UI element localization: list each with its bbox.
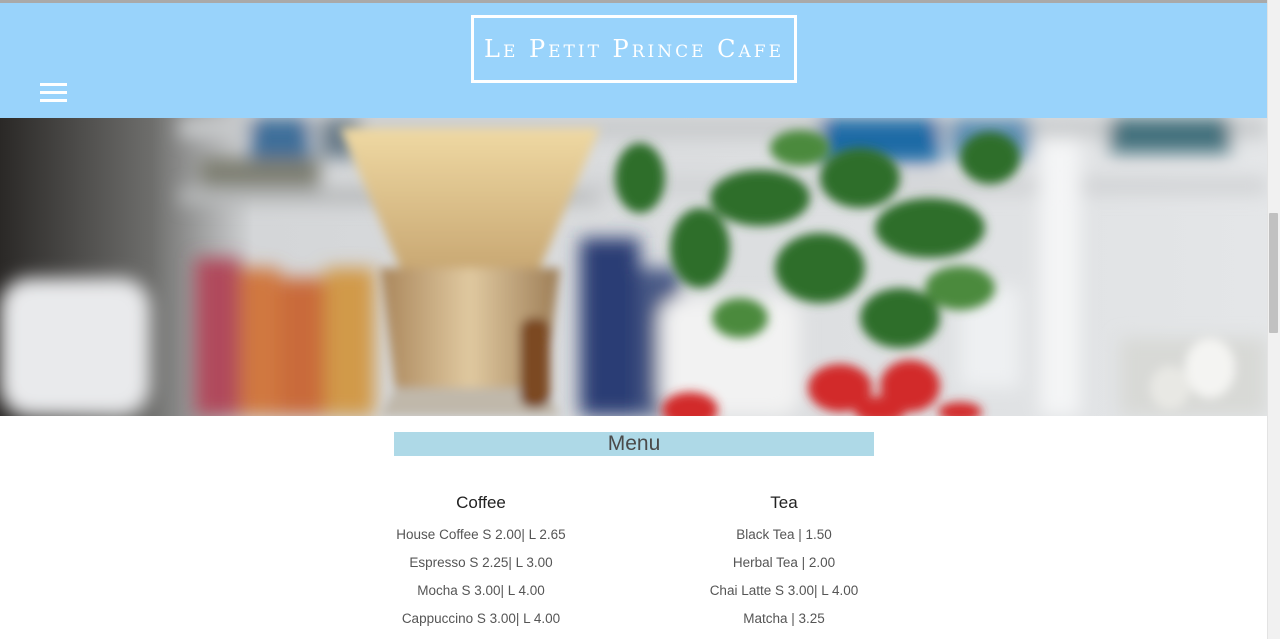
tea-item: Matcha | 3.25 bbox=[743, 611, 825, 626]
scrollbar-thumb[interactable] bbox=[1269, 213, 1278, 333]
coffee-item: Cappuccino S 3.00| L 4.00 bbox=[401, 611, 561, 626]
tea-item: Chai Latte S 3.00| L 4.00 bbox=[709, 583, 859, 598]
hamburger-menu-icon[interactable] bbox=[40, 83, 67, 103]
coffee-heading: Coffee bbox=[456, 493, 506, 512]
page-scrollbar[interactable] bbox=[1267, 0, 1280, 639]
tea-heading: Tea bbox=[770, 493, 798, 512]
coffee-item: Mocha S 3.00| L 4.00 bbox=[417, 583, 545, 598]
coffee-item: Espresso S 2.25| L 3.00 bbox=[409, 555, 553, 570]
brand-logo[interactable]: Le Petit Prince Cafe bbox=[471, 15, 797, 83]
tea-column: Tea Black Tea | 1.50 Herbal Tea | 2.00 C… bbox=[634, 493, 934, 639]
hero-image bbox=[0, 118, 1267, 416]
menu-heading: Menu bbox=[394, 432, 874, 456]
tea-item: Black Tea | 1.50 bbox=[736, 527, 832, 542]
coffee-column: Coffee House Coffee S 2.00| L 2.65 Espre… bbox=[331, 493, 631, 639]
hero-photo bbox=[0, 118, 1267, 416]
site-header: Le Petit Prince Cafe bbox=[0, 3, 1267, 118]
coffee-item: House Coffee S 2.00| L 2.65 bbox=[396, 527, 566, 542]
tea-item: Herbal Tea | 2.00 bbox=[732, 555, 836, 570]
